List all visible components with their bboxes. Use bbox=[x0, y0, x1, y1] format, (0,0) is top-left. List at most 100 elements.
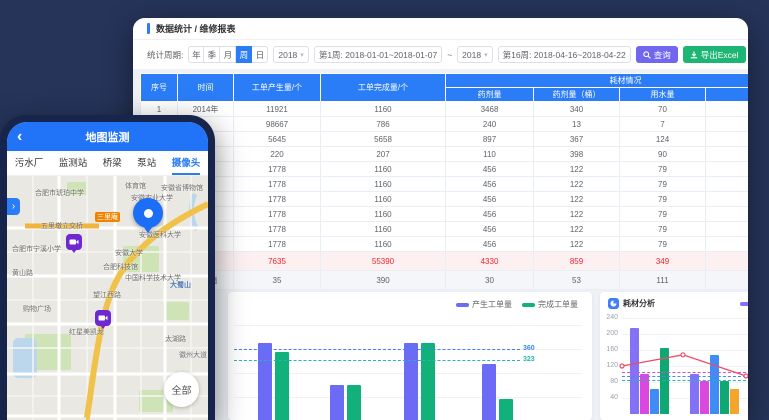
table-cell: 1160 bbox=[321, 162, 446, 177]
gridline bbox=[622, 350, 748, 351]
table-cell: 456 bbox=[446, 222, 534, 237]
query-button[interactable]: 查询 bbox=[636, 46, 678, 63]
table-row: 56455658897367124125 bbox=[141, 132, 749, 147]
map-label: 体育馆 bbox=[125, 181, 146, 191]
sub-col-header: 药剂量 bbox=[446, 88, 534, 102]
table-cell: 110 bbox=[446, 147, 534, 162]
table-cell: 90 bbox=[620, 147, 706, 162]
table-cell: 367 bbox=[534, 132, 620, 147]
pin-dot bbox=[144, 209, 153, 218]
reference-line bbox=[622, 376, 746, 377]
table-row: 12014年119211160346834070250 bbox=[141, 102, 749, 117]
start-year-value: 2018 bbox=[278, 50, 297, 60]
y-axis-tick: 120 bbox=[602, 362, 618, 369]
legend-label: 完成工单量 bbox=[538, 300, 578, 309]
table-cell: 3468 bbox=[446, 102, 534, 117]
table-cell: 207 bbox=[321, 147, 446, 162]
map-label: 五里墩立交桥 bbox=[41, 221, 83, 231]
phone-tab-桥梁[interactable]: 桥梁 bbox=[103, 151, 122, 175]
map-label: 徽州大道 bbox=[179, 350, 207, 360]
consumable-chart-card: 耗材分析2402001601208040 bbox=[600, 292, 748, 420]
expand-icon[interactable]: › bbox=[7, 198, 20, 215]
legend-item[interactable]: 完成工单量 bbox=[522, 299, 578, 310]
phone-tab-bar: 污水厂监测站桥梁泵站摄像头 bbox=[7, 151, 208, 176]
sub-col-header: 水量 bbox=[706, 88, 749, 102]
gridline bbox=[622, 334, 748, 335]
col-header: 工单产生量/个 bbox=[234, 74, 321, 102]
table-cell: 456 bbox=[446, 207, 534, 222]
phone-header: ‹ 地图监测 bbox=[7, 122, 208, 151]
col-header: 时间 bbox=[178, 74, 234, 102]
export-excel-button[interactable]: 导出Excel bbox=[683, 46, 746, 63]
report-table: 序号时间工单产生量/个工单完成量/个耗材情况药剂量药剂量（桶）用水量水量1201… bbox=[140, 73, 748, 290]
table-cell: 786 bbox=[321, 117, 446, 132]
period-option-年[interactable]: 年 bbox=[188, 46, 204, 63]
y-axis-tick: 160 bbox=[602, 346, 618, 353]
bar bbox=[347, 385, 361, 420]
table-cell: 67 bbox=[706, 207, 749, 222]
phone-tab-泵站[interactable]: 泵站 bbox=[137, 151, 156, 175]
period-option-季[interactable]: 季 bbox=[204, 46, 220, 63]
group-header: 耗材情况 bbox=[446, 74, 749, 88]
table-cell: 79 bbox=[620, 237, 706, 252]
phone-tab-污水厂[interactable]: 污水厂 bbox=[15, 151, 44, 175]
table-row: 2202071103989019 bbox=[141, 147, 749, 162]
table-cell: 122 bbox=[534, 192, 620, 207]
bar bbox=[650, 389, 659, 414]
table-cell: 456 bbox=[446, 237, 534, 252]
all-button[interactable]: 全部 bbox=[164, 372, 199, 407]
table-cell: 67 bbox=[706, 162, 749, 177]
table-cell: 1160 bbox=[321, 237, 446, 252]
period-option-日[interactable]: 日 bbox=[252, 46, 268, 63]
start-week-input[interactable]: 第1周: 2018-01-01~2018-01-07 bbox=[314, 46, 442, 63]
table-cell: 456 bbox=[446, 192, 534, 207]
map-label: 三里庵 bbox=[95, 212, 120, 222]
export-button-label: 导出Excel bbox=[701, 49, 739, 61]
search-icon bbox=[643, 51, 651, 59]
bar bbox=[258, 343, 272, 420]
table-cell: 859 bbox=[534, 252, 620, 271]
report-table-wrap: 序号时间工单产生量/个工单完成量/个耗材情况药剂量药剂量（桶）用水量水量1201… bbox=[133, 73, 748, 290]
table-cell: 250 bbox=[706, 102, 749, 117]
back-icon[interactable]: ‹ bbox=[17, 122, 22, 151]
phone-tab-监测站[interactable]: 监测站 bbox=[59, 151, 88, 175]
table-cell: 19 bbox=[706, 147, 749, 162]
y-axis-tick: 240 bbox=[602, 314, 618, 321]
map-view[interactable]: 合肥市琥珀中学体育馆安徽农业大学安徽省博物馆三里庵五里墩立交桥合肥市宁溪小学安徽… bbox=[7, 176, 208, 420]
phone-tab-摄像头[interactable]: 摄像头 bbox=[172, 151, 201, 175]
period-segmented-control: 年季月周日 bbox=[188, 46, 268, 63]
table-cell: 122 bbox=[534, 222, 620, 237]
bar bbox=[730, 389, 739, 414]
legend-item[interactable]: 产生工单量 bbox=[456, 299, 512, 310]
end-year-select[interactable]: 2018 ▾ bbox=[457, 46, 492, 63]
location-pin-icon[interactable] bbox=[133, 198, 163, 228]
map-label: 望江西路 bbox=[93, 290, 121, 300]
camera-marker-icon[interactable] bbox=[95, 310, 111, 326]
period-option-周[interactable]: 周 bbox=[236, 46, 252, 63]
table-cell: 67 bbox=[706, 237, 749, 252]
table-cell: 1160 bbox=[321, 102, 446, 117]
phone-screen: ‹ 地图监测 污水厂监测站桥梁泵站摄像头 bbox=[7, 122, 208, 420]
table-cell: 240 bbox=[446, 117, 534, 132]
start-year-select[interactable]: 2018 ▾ bbox=[273, 46, 308, 63]
map-label: 红星美凯龙 bbox=[69, 327, 104, 337]
table-cell: 398 bbox=[534, 147, 620, 162]
period-option-月[interactable]: 月 bbox=[220, 46, 236, 63]
map-label: 合肥科技馆 bbox=[103, 262, 138, 272]
camera-marker-icon[interactable] bbox=[66, 234, 82, 250]
table-cell: 122 bbox=[534, 177, 620, 192]
period-label: 统计周期: bbox=[147, 49, 183, 61]
table-cell: 340 bbox=[534, 102, 620, 117]
bar bbox=[630, 328, 639, 414]
table-cell: 30 bbox=[446, 271, 534, 290]
legend-dash-icon bbox=[456, 303, 469, 307]
end-week-input[interactable]: 第16周: 2018-04-16~2018-04-22 bbox=[498, 46, 631, 63]
avg-row: 平均值35390305311114 bbox=[141, 271, 749, 290]
table-cell: 1778 bbox=[234, 192, 321, 207]
y-axis-tick: 40 bbox=[602, 394, 618, 401]
map-label: 合肥市琥珀中学 bbox=[35, 188, 84, 198]
sub-col-header: 药剂量（桶） bbox=[534, 88, 620, 102]
workorder-chart-card: 产生工单量完成工单量360323 bbox=[228, 292, 592, 420]
table-cell: 1160 bbox=[321, 177, 446, 192]
phone-title: 地图监测 bbox=[86, 129, 130, 145]
